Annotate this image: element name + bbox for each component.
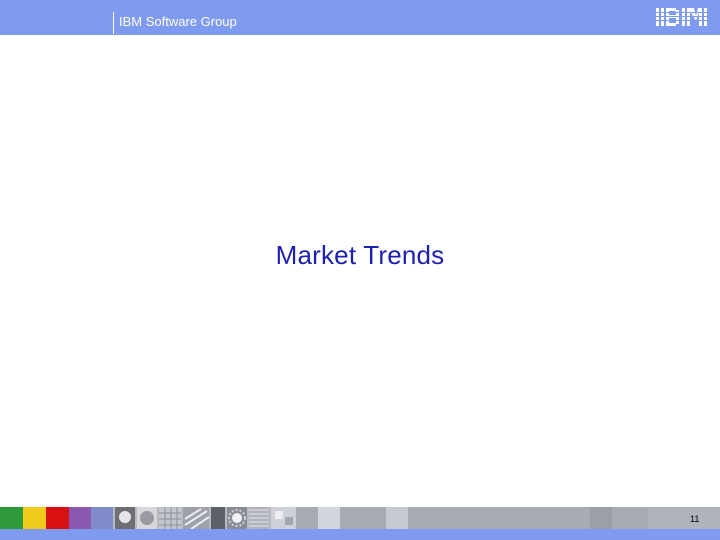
footer-swatch-purple [69, 507, 91, 529]
footer-gray-block [386, 507, 408, 529]
footer-swatch-red [46, 507, 69, 529]
footer-gray-block [648, 507, 720, 529]
slide-title: Market Trends [275, 240, 445, 270]
footer-swatch-yellow [23, 507, 46, 529]
footer-swatch-green [0, 507, 23, 529]
footer-swatch-blue [91, 507, 113, 529]
footer-gray-block [318, 507, 340, 529]
footer-baseline [0, 529, 720, 540]
footer-gray-block [590, 507, 612, 529]
footer-photo-montage [113, 507, 296, 529]
header-title: IBM Software Group [119, 14, 237, 29]
header-divider [113, 12, 114, 34]
page-number: 11 [690, 514, 700, 524]
header-bar [0, 0, 720, 35]
ibm-logo [656, 8, 710, 26]
